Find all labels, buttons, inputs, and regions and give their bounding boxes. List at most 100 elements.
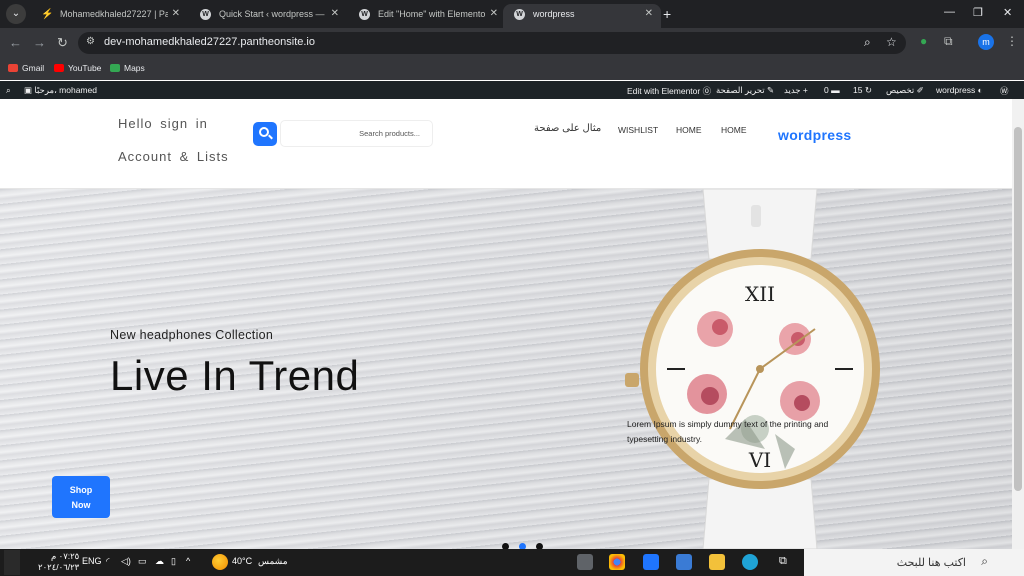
chrome-icon[interactable] [609,554,625,570]
battery-icon[interactable]: ▭ [138,556,147,567]
menu-home[interactable]: HOME [676,125,702,135]
pantheon-icon: ⚡ [41,9,54,20]
search-input[interactable] [281,121,432,146]
my-account[interactable]: ▣ مرحبًا، mohamed [24,85,97,96]
tab-elementor[interactable]: W Edit "Home" with Elementor ✕ [348,4,506,28]
browser-tab-strip: ⌄ ⚡ Mohamedkhaled27227 | Panthe ✕ W Quic… [0,0,1024,28]
site-info-icon[interactable]: ⚙ [86,36,95,47]
forward-arrow-icon[interactable]: → [33,35,46,50]
bookmark-star-icon[interactable]: ☆ [886,35,897,49]
windows-taskbar: ٠٧:٢٥ م ٢٠٢٤/٠٦/٢٣ ENG ◜ ◁) ▭ ☁ ▯ ^ 40°C… [0,549,1024,576]
search-icon[interactable]: ⌕ [6,85,11,96]
close-icon[interactable]: ✕ [490,4,498,24]
pencil-icon: ✎ [767,85,775,95]
shop-now-button[interactable]: Shop Now [52,476,110,518]
app-icon-1[interactable] [577,554,593,570]
hero-slider: XII VI New headphones Collection Live In… [0,189,1012,549]
site-header: Hello sign in Account & Lists مثال على ص… [0,99,1012,189]
account-lists-link[interactable]: Account & Lists [118,149,229,164]
edit-with-elementor[interactable]: Edit with Elementor ⓪ [627,85,711,97]
site-name[interactable]: wordpress ◐ [936,85,983,95]
cloud-icon[interactable]: ☁ [155,556,164,567]
updates[interactable]: 15 ↻ [853,85,872,96]
youtube-icon [54,64,64,72]
svg-text:XII: XII [745,282,775,306]
profile-avatar[interactable]: m [978,34,994,50]
bookmark-gmail[interactable]: Gmail [8,63,44,73]
mail-icon[interactable] [643,554,659,570]
tab-title: Edit "Home" with Elementor [378,9,486,19]
address-bar[interactable]: ⚙ dev-mohamedkhaled27227.pantheonsite.io… [78,32,906,54]
edit-page[interactable]: تحرير الصفحة ✎ [716,85,774,96]
chevron-up-icon[interactable]: ^ [186,556,190,566]
new-content[interactable]: جديد + [784,85,808,96]
elementor-icon: ⓪ [702,86,712,96]
bookmark-youtube[interactable]: YouTube [54,63,101,73]
show-desktop-button[interactable] [4,550,20,575]
weather-desc[interactable]: مشمس [258,556,288,567]
brush-icon: ✐ [916,85,924,95]
bookmarks-bar: Gmail YouTube Maps [0,58,1024,80]
close-icon[interactable]: ✕ [172,4,180,24]
store-icon[interactable] [676,554,692,570]
network-device-icon[interactable]: ▯ [171,556,176,567]
site-logo[interactable]: wordpress [778,127,852,143]
menu-wishlist[interactable]: WISHLIST [618,125,658,135]
sign-in-link[interactable]: Hello sign in [118,116,208,131]
product-search-field [280,120,433,147]
minimize-icon[interactable]: — [944,6,955,18]
tab-title: wordpress [533,9,575,19]
back-arrow-icon[interactable]: ← [9,35,22,50]
reload-icon[interactable]: ↻ [57,35,68,51]
taskbar-search[interactable]: اكتب هنا للبحث ⌕ [804,549,1024,576]
wp-admin-bar: ⌕ ▣ مرحبًا، mohamed Edit with Elementor … [0,81,1024,99]
refresh-icon: ↻ [864,85,872,95]
search-button[interactable] [253,122,277,146]
menu-home-2[interactable]: HOME [721,125,747,135]
hero-description: Lorem Ipsum is simply dummy text of the … [627,419,829,444]
clock[interactable]: ٠٧:٢٥ م ٢٠٢٤/٠٦/٢٣ [38,551,79,573]
task-view-icon[interactable]: ⧉ [779,555,787,568]
sun-icon [212,554,228,570]
url-text: dev-mohamedkhaled27227.pantheonsite.io [104,36,315,48]
menu-sample-page[interactable]: مثال على صفحة [534,123,601,134]
extensions-puzzle-icon[interactable]: ⧉ [944,34,953,49]
customize[interactable]: تخصيص ✐ [886,85,924,96]
tab-pantheon[interactable]: ⚡ Mohamedkhaled27227 | Panthe ✕ [30,4,188,28]
maps-icon [110,64,120,72]
svg-text:VI: VI [748,448,771,472]
comments[interactable]: 0 ▬ [824,85,840,95]
tab-wordpress[interactable]: W wordpress ✕ [503,4,661,28]
close-icon[interactable]: ✕ [331,4,339,24]
dashboard-icon: ◐ [977,85,983,95]
gmail-icon [8,64,18,72]
tab-quick-start[interactable]: W Quick Start ‹ wordpress — ووردبرس ✕ [189,4,347,28]
page-scrollbar[interactable] [1012,99,1024,549]
close-window-icon[interactable]: ✕ [1003,6,1012,19]
wordpress-icon: W [359,9,370,20]
hero-subtitle: New headphones Collection [110,328,274,342]
wordpress-icon: W [514,9,525,20]
maximize-icon[interactable]: ❐ [973,6,983,19]
weather-temp[interactable]: 40°C [232,556,252,566]
wifi-icon[interactable]: ◜ [106,556,110,567]
language-indicator[interactable]: ENG [82,556,102,566]
extension-color-icon[interactable]: ● [920,34,927,48]
wordpress-logo-icon[interactable]: Ⓦ [1000,85,1009,97]
scrollbar-thumb[interactable] [1014,127,1022,491]
volume-icon[interactable]: ◁) [121,556,131,567]
plus-icon: + [802,85,808,95]
new-tab-button[interactable]: + [663,6,671,22]
tab-title: Mohamedkhaled27227 | Panthe [60,9,168,19]
hero-title: Live In Trend [110,352,360,399]
edge-icon[interactable] [742,554,758,570]
close-icon[interactable]: ✕ [645,4,653,24]
tab-search-button[interactable]: ⌄ [6,4,26,24]
tab-title: Quick Start ‹ wordpress — ووردبرس [219,9,327,19]
zoom-icon[interactable]: ⌕ [864,35,871,50]
file-explorer-icon[interactable] [709,554,725,570]
search-icon: ⌕ [981,554,988,568]
menu-kebab-icon[interactable]: ⋮ [1006,34,1018,48]
comment-icon: ▬ [831,85,840,95]
bookmark-maps[interactable]: Maps [110,63,145,73]
